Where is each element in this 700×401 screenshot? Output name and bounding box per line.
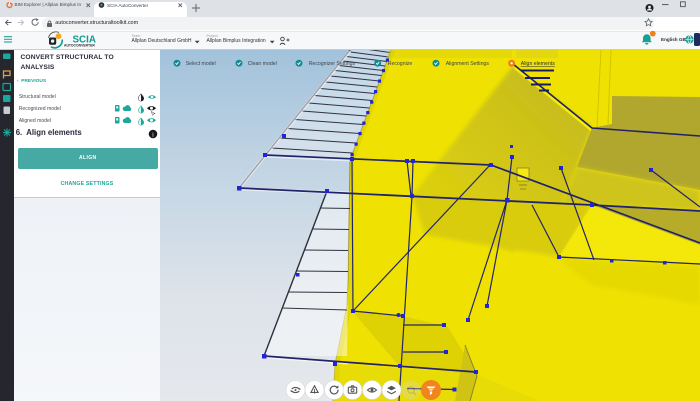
svg-text:Alignment Settings: Alignment Settings: [446, 61, 490, 67]
svg-text:Align elements: Align elements: [521, 61, 555, 67]
svg-text:Recognizer Settings: Recognizer Settings: [309, 61, 356, 67]
svg-text:Recognize: Recognize: [388, 61, 413, 67]
svg-text:Clean model: Clean model: [248, 61, 277, 67]
svg-text:AUTOCONVERTER: AUTOCONVERTER: [64, 44, 95, 48]
svg-text:Select model: Select model: [186, 61, 216, 67]
